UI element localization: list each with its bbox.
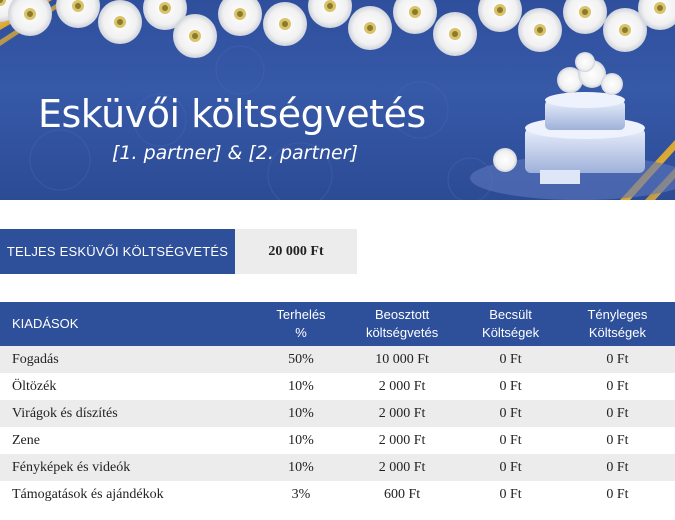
- wedding-cake-image: [470, 52, 675, 200]
- actual-cell[interactable]: 0 Ft: [559, 400, 675, 427]
- total-budget-value[interactable]: 20 000 Ft: [235, 229, 357, 274]
- banner: Esküvői költségvetés [1. partner] & [2. …: [0, 0, 675, 200]
- table-row: Fogadás 50% 10 000 Ft 0 Ft 0 Ft: [0, 346, 675, 373]
- percent-cell[interactable]: 10%: [259, 373, 343, 400]
- percent-cell[interactable]: 10%: [259, 400, 343, 427]
- percent-cell[interactable]: 10%: [259, 454, 343, 481]
- percent-cell[interactable]: 50%: [259, 346, 343, 373]
- expense-name-cell[interactable]: Fényképek és videók: [0, 454, 260, 481]
- allocated-cell[interactable]: 2 000 Ft: [342, 373, 462, 400]
- table-row: Fényképek és videók 10% 2 000 Ft 0 Ft 0 …: [0, 454, 675, 481]
- actual-cell[interactable]: 0 Ft: [559, 427, 675, 454]
- estimated-cell[interactable]: 0 Ft: [461, 454, 560, 481]
- expense-name-cell[interactable]: Zene: [0, 427, 260, 454]
- table-header-row: KIADÁSOK Terhelés% Beosztott költségvetés…: [0, 302, 675, 346]
- expenses-table: KIADÁSOK Terhelés% Beosztott költségvetés…: [0, 302, 675, 508]
- estimated-cell[interactable]: 0 Ft: [461, 427, 560, 454]
- estimated-cell[interactable]: 0 Ft: [461, 373, 560, 400]
- percent-cell[interactable]: 10%: [259, 427, 343, 454]
- allocated-cell[interactable]: 2 000 Ft: [342, 400, 462, 427]
- allocated-cell[interactable]: 600 Ft: [342, 481, 462, 508]
- estimated-cell[interactable]: 0 Ft: [461, 400, 560, 427]
- column-header-expenses: KIADÁSOK: [0, 302, 260, 346]
- actual-cell[interactable]: 0 Ft: [559, 454, 675, 481]
- column-header-allocated: Beosztott költségvetés: [342, 302, 462, 346]
- expense-name-cell[interactable]: Támogatások és ajándékok: [0, 481, 260, 508]
- partners-subtitle: [1. partner] & [2. partner]: [112, 142, 358, 164]
- expense-name-cell[interactable]: Fogadás: [0, 346, 260, 373]
- actual-cell[interactable]: 0 Ft: [559, 373, 675, 400]
- allocated-cell[interactable]: 2 000 Ft: [342, 427, 462, 454]
- percent-cell[interactable]: 3%: [259, 481, 343, 508]
- table-row: Virágok és díszítés 10% 2 000 Ft 0 Ft 0 …: [0, 400, 675, 427]
- page-title: Esküvői költségvetés: [38, 92, 426, 136]
- table-row: Támogatások és ajándékok 3% 600 Ft 0 Ft …: [0, 481, 675, 508]
- estimated-cell[interactable]: 0 Ft: [461, 481, 560, 508]
- total-budget-label: TELJES ESKÜVŐI KÖLTSÉGVETÉS: [0, 229, 235, 274]
- allocated-cell[interactable]: 2 000 Ft: [342, 454, 462, 481]
- column-header-percent: Terhelés%: [259, 302, 343, 346]
- column-header-estimated: Becsült Költségek: [461, 302, 560, 346]
- expense-name-cell[interactable]: Öltözék: [0, 373, 260, 400]
- table-row: Zene 10% 2 000 Ft 0 Ft 0 Ft: [0, 427, 675, 454]
- estimated-cell[interactable]: 0 Ft: [461, 346, 560, 373]
- expense-name-cell[interactable]: Virágok és díszítés: [0, 400, 260, 427]
- table-row: Öltözék 10% 2 000 Ft 0 Ft 0 Ft: [0, 373, 675, 400]
- column-header-actual: Tényleges Költségek: [559, 302, 675, 346]
- actual-cell[interactable]: 0 Ft: [559, 346, 675, 373]
- actual-cell[interactable]: 0 Ft: [559, 481, 675, 508]
- allocated-cell[interactable]: 10 000 Ft: [342, 346, 462, 373]
- flower-garland: [0, 0, 675, 58]
